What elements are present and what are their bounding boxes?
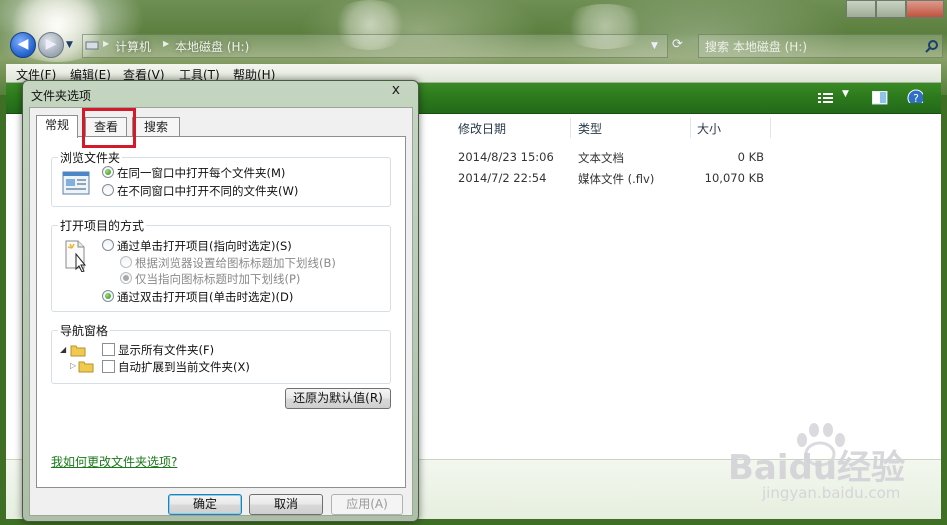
expanded-arrow-icon: ◢ bbox=[60, 345, 67, 354]
breadcrumb-separator-icon: ▶ bbox=[163, 39, 170, 48]
watermark-url: jingyan.baidu.com bbox=[762, 484, 901, 502]
tab-search[interactable]: 搜索 bbox=[132, 117, 180, 137]
breadcrumb-separator-icon: ▶ bbox=[103, 39, 110, 48]
file-type: 媒体文件 (.flv) bbox=[578, 172, 655, 186]
radio-underline-browser[interactable]: 根据浏览器设置给图标标题加下划线(B) bbox=[120, 255, 336, 271]
column-divider[interactable] bbox=[570, 118, 571, 138]
breadcrumb-drive[interactable]: 本地磁盘 (H:) bbox=[175, 38, 249, 55]
breadcrumb-computer[interactable]: 计算机 bbox=[115, 38, 151, 55]
option-label: 自动扩展到当前文件夹(X) bbox=[118, 360, 250, 374]
browse-folders-group: 浏览文件夹 在同一窗口中打开每个文件夹(M) 在不同窗口中打开不同的文件夹(W) bbox=[51, 149, 391, 207]
apply-button[interactable]: 应用(A) bbox=[331, 494, 403, 515]
minimize-button[interactable] bbox=[846, 0, 876, 18]
address-bar[interactable]: ▶ 计算机 ▶ 本地磁盘 (H:) ▼ bbox=[82, 34, 668, 58]
file-modified: 2014/8/23 15:06 bbox=[458, 150, 554, 164]
navigation-pane-group: 导航窗格 ◢ ▷ 显示所有文件夹(F) 自动扩展到当前文件夹(X) bbox=[51, 322, 391, 384]
search-placeholder: 搜索 本地磁盘 (H:) bbox=[705, 40, 808, 54]
address-dropdown-icon[interactable]: ▼ bbox=[651, 41, 658, 51]
column-divider[interactable] bbox=[770, 118, 771, 138]
radio-button[interactable] bbox=[102, 184, 114, 196]
cancel-button[interactable]: 取消 bbox=[249, 494, 323, 515]
radio-new-window[interactable]: 在不同窗口中打开不同的文件夹(W) bbox=[102, 183, 298, 199]
forward-button[interactable]: ▶ bbox=[38, 32, 64, 58]
recent-pages-dropdown-icon[interactable]: ▼ bbox=[66, 40, 73, 50]
dialog-title: 文件夹选项 bbox=[31, 89, 92, 103]
column-header-type[interactable]: 类型 bbox=[578, 120, 602, 137]
folder-icon bbox=[70, 345, 86, 357]
checkbox[interactable] bbox=[102, 360, 115, 373]
radio-underline-hover[interactable]: 仅当指向图标标题时加下划线(P) bbox=[120, 271, 300, 287]
file-size: 0 KB bbox=[737, 150, 764, 164]
view-dropdown-icon[interactable]: ▼ bbox=[842, 89, 858, 103]
help-link[interactable]: 我如何更改文件夹选项? bbox=[51, 453, 177, 470]
folder-icon bbox=[78, 361, 94, 373]
window-close-button[interactable] bbox=[906, 0, 944, 18]
search-icon[interactable] bbox=[925, 39, 939, 53]
radio-button[interactable] bbox=[102, 166, 114, 178]
computer-icon bbox=[85, 41, 99, 50]
dialog-close-button[interactable]: x bbox=[392, 82, 400, 98]
svg-text:?: ? bbox=[913, 92, 919, 103]
radio-same-window[interactable]: 在同一窗口中打开每个文件夹(M) bbox=[102, 165, 285, 181]
ok-button[interactable]: 确定 bbox=[168, 494, 242, 515]
column-divider[interactable] bbox=[690, 118, 691, 138]
checkbox-auto-expand[interactable]: 自动扩展到当前文件夹(X) bbox=[102, 359, 250, 375]
group-label: 打开项目的方式 bbox=[58, 217, 147, 234]
radio-button[interactable] bbox=[120, 256, 132, 268]
click-pointer-icon bbox=[65, 240, 87, 272]
option-label: 仅当指向图标标题时加下划线(P) bbox=[135, 272, 301, 286]
maximize-button[interactable] bbox=[876, 0, 906, 18]
navigation-bar: ◀ ▶ ▼ ▶ 计算机 ▶ 本地磁盘 (H:) ▼ ⟳ 搜索 本地磁盘 (H:) bbox=[6, 31, 943, 59]
view-options-icon[interactable] bbox=[818, 91, 834, 105]
radio-button[interactable] bbox=[102, 239, 114, 251]
click-items-group: 打开项目的方式 通过单击打开项目(指向时选定)(S) 根据浏览器设置给图标标题加… bbox=[51, 217, 391, 312]
option-label: 根据浏览器设置给图标标题加下划线(B) bbox=[135, 256, 336, 270]
checkbox[interactable] bbox=[102, 343, 115, 356]
radio-single-click[interactable]: 通过单击打开项目(指向时选定)(S) bbox=[102, 238, 292, 254]
collapsed-arrow-icon: ▷ bbox=[70, 361, 77, 370]
group-label: 浏览文件夹 bbox=[58, 149, 123, 166]
option-label: 显示所有文件夹(F) bbox=[118, 343, 215, 357]
column-header-modified[interactable]: 修改日期 bbox=[458, 120, 506, 137]
search-input[interactable]: 搜索 本地磁盘 (H:) bbox=[698, 34, 943, 58]
help-icon[interactable]: ? bbox=[907, 89, 923, 103]
dialog-client-area: 常规 查看 搜索 浏览文件夹 在同一窗口中打开每个文件夹(M) 在不同窗口中打开… bbox=[29, 107, 413, 516]
highlight-box bbox=[82, 108, 136, 148]
option-label: 通过单击打开项目(指向时选定)(S) bbox=[117, 239, 292, 253]
radio-button[interactable] bbox=[102, 290, 114, 302]
checkbox-show-all-folders[interactable]: 显示所有文件夹(F) bbox=[102, 342, 214, 358]
column-header-size[interactable]: 大小 bbox=[697, 120, 721, 137]
preview-pane-icon[interactable] bbox=[872, 91, 888, 105]
watermark-brand: Baidu经验 bbox=[728, 448, 906, 488]
browse-folders-icon bbox=[62, 171, 90, 195]
radio-button[interactable] bbox=[120, 272, 132, 284]
option-label: 在同一窗口中打开每个文件夹(M) bbox=[117, 166, 286, 180]
back-button[interactable]: ◀ bbox=[10, 32, 36, 58]
file-modified: 2014/7/2 22:54 bbox=[458, 171, 547, 185]
radio-double-click[interactable]: 通过双击打开项目(单击时选定)(D) bbox=[102, 289, 293, 305]
group-label: 导航窗格 bbox=[58, 322, 111, 339]
option-label: 通过双击打开项目(单击时选定)(D) bbox=[117, 290, 294, 304]
option-label: 在不同窗口中打开不同的文件夹(W) bbox=[117, 184, 299, 198]
tab-general[interactable]: 常规 bbox=[36, 115, 78, 138]
tab-panel-general: 浏览文件夹 在同一窗口中打开每个文件夹(M) 在不同窗口中打开不同的文件夹(W) bbox=[36, 136, 406, 488]
file-size: 10,070 KB bbox=[704, 171, 764, 185]
restore-defaults-button[interactable]: 还原为默认值(R) bbox=[285, 388, 391, 409]
file-type: 文本文档 bbox=[578, 151, 624, 165]
refresh-icon[interactable]: ⟳ bbox=[672, 37, 683, 52]
